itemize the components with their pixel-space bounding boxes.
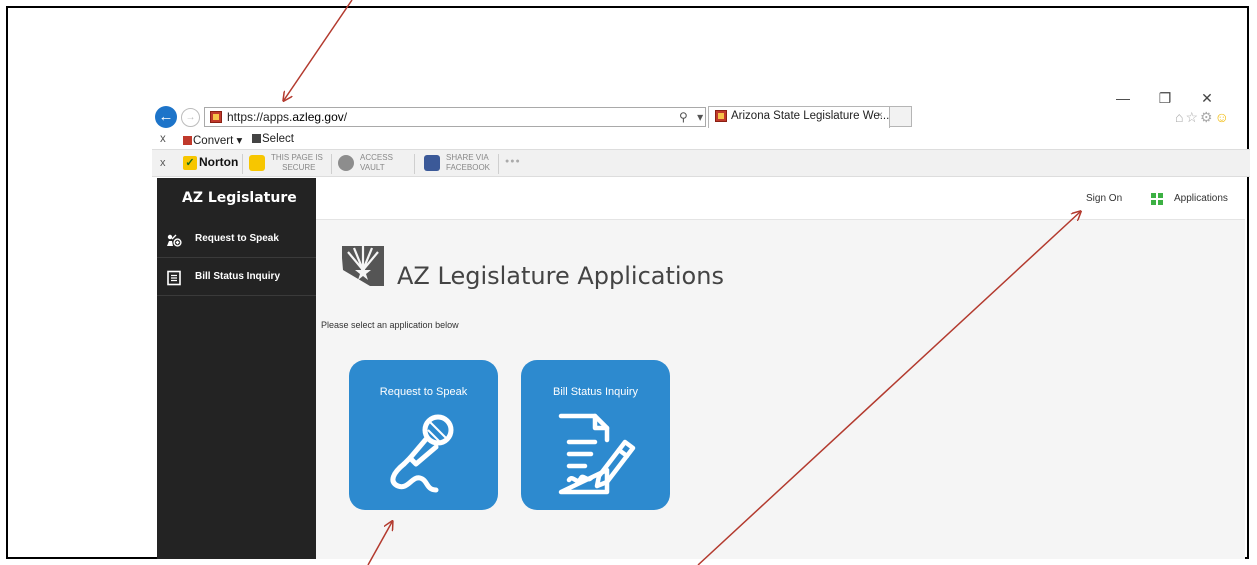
document-edit-icon (558, 413, 636, 495)
close-window-icon[interactable]: ✕ (1186, 90, 1228, 107)
tab-close-icon[interactable]: × (877, 110, 883, 121)
facebook-icon (424, 155, 440, 171)
sidebar-item-label: Request to Speak (195, 233, 279, 244)
favorites-star-icon[interactable]: ☆ (1185, 109, 1200, 125)
url-text: https://apps.azleg.gov/ (227, 110, 348, 124)
tab-title: Arizona State Legislature We... (731, 110, 890, 122)
norton-more-icon[interactable]: ●●● (505, 158, 521, 165)
secure-check-icon (249, 155, 265, 171)
back-arrow-icon[interactable]: ← (155, 106, 177, 128)
feedback-smiley-icon[interactable]: ☺ (1215, 109, 1231, 125)
sidebar: AZ Legislature Request to Speak Bill Sta… (157, 178, 316, 559)
vault-icon (338, 155, 354, 171)
command-bar: x Convert ▾ Select (152, 133, 1250, 149)
forward-arrow-icon[interactable]: → (181, 108, 200, 127)
browser-tab[interactable]: Arizona State Legislature We... × (708, 106, 890, 128)
page-topbar: Sign On Applications (316, 178, 1245, 220)
window-controls: — ❐ ✕ (1102, 90, 1228, 107)
applications-grid-icon[interactable] (1151, 193, 1163, 205)
convert-dropdown-icon[interactable]: ▾ (236, 135, 242, 147)
new-tab-button[interactable] (890, 106, 912, 127)
restore-icon[interactable]: ❐ (1144, 90, 1186, 107)
convert-button[interactable]: Convert ▾ (183, 133, 242, 147)
pdf-icon (183, 136, 192, 145)
sidebar-brand[interactable]: AZ Legislature (182, 190, 297, 206)
norton-toolbar: x ✓ Norton THIS PAGE IS SECURE ACCESS VAUL… (152, 149, 1250, 177)
arizona-logo-icon (342, 246, 384, 286)
speaker-icon (167, 234, 182, 247)
instruction-text: Please select an application below (321, 320, 459, 330)
norton-logo[interactable]: ✓ Norton (183, 155, 238, 170)
page-title: AZ Legislature Applications (397, 262, 724, 291)
minimize-icon[interactable]: — (1102, 90, 1144, 106)
main-content: AZ Legislature Applications Please selec… (316, 220, 1245, 559)
document-icon (167, 270, 181, 286)
browser-address-row: ← → https://apps.azleg.gov/ ⚲ ▾ 🔒 ↻ Ariz… (152, 90, 1250, 132)
settings-gear-icon[interactable]: ⚙ (1200, 109, 1215, 125)
request-to-speak-tile[interactable]: Request to Speak (349, 360, 498, 510)
microphone-icon (390, 414, 454, 493)
sign-on-link[interactable]: Sign On (1086, 193, 1122, 204)
tile-label: Request to Speak (379, 386, 468, 398)
norton-check-icon: ✓ (183, 156, 197, 170)
sidebar-item-request-to-speak[interactable]: Request to Speak (157, 222, 316, 258)
home-icon[interactable]: ⌂ (1175, 109, 1185, 125)
bill-status-inquiry-tile[interactable]: Bill Status Inquiry (521, 360, 670, 510)
sidebar-item-label: Bill Status Inquiry (195, 271, 281, 282)
address-bar[interactable]: https://apps.azleg.gov/ ⚲ ▾ 🔒 ↻ (204, 107, 747, 127)
site-favicon-icon (210, 111, 222, 123)
applications-link[interactable]: Applications (1174, 193, 1228, 204)
norton-close-icon[interactable]: x (160, 157, 166, 169)
tab-favicon-icon (715, 110, 727, 122)
select-icon (252, 134, 261, 143)
browser-toolbar-icons: ⌂☆⚙☺ (1175, 109, 1231, 126)
tile-label: Bill Status Inquiry (553, 386, 638, 398)
command-bar-close-icon[interactable]: x (160, 133, 166, 145)
select-button[interactable]: Select (252, 133, 294, 145)
sidebar-item-bill-status-inquiry[interactable]: Bill Status Inquiry (157, 260, 316, 296)
